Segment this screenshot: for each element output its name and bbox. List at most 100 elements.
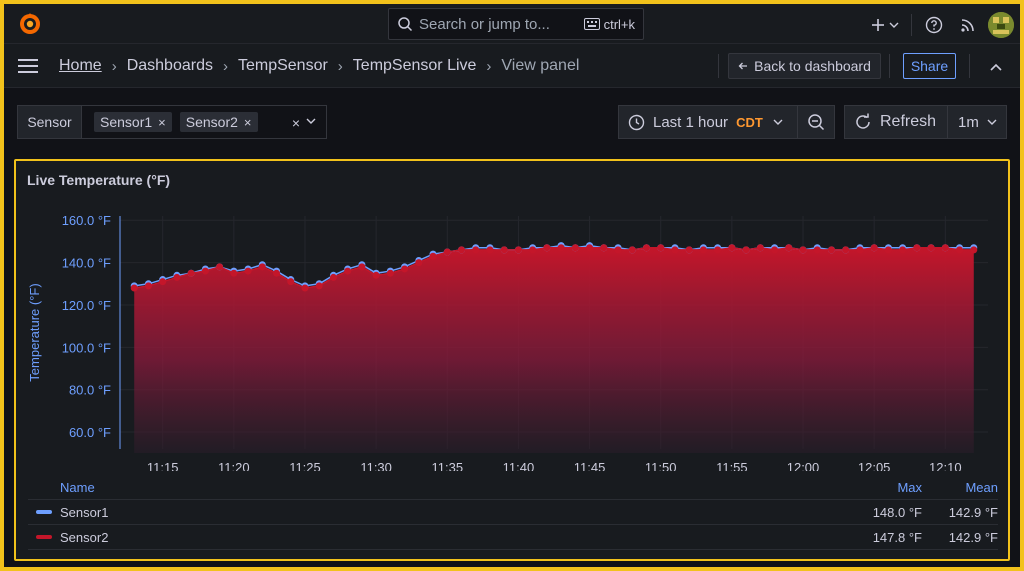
sensor-variable-label: Sensor (17, 105, 81, 139)
sensor2-point (486, 246, 494, 254)
chevron-up-icon[interactable] (988, 59, 1004, 75)
breadcrumb-separator: › (337, 57, 343, 75)
series-color-swatch (36, 510, 52, 514)
legend-max-header[interactable]: Max (846, 480, 922, 495)
sensor2-point (827, 246, 835, 254)
sensor2-point (130, 284, 138, 292)
help-icon (925, 16, 943, 34)
y-tick-label: 80.0 °F (69, 383, 111, 398)
user-avatar[interactable] (988, 12, 1014, 38)
sensor2-area (134, 247, 974, 453)
share-button[interactable]: Share (903, 53, 956, 79)
refresh-interval-picker[interactable]: 1m (948, 105, 1007, 139)
sensor2-point (301, 284, 309, 292)
sensor2-point (543, 244, 551, 252)
breadcrumb-separator: › (222, 57, 228, 75)
legend-mean-value: 142.9 °F (948, 504, 998, 520)
breadcrumb-dashboards[interactable]: Dashboards (127, 57, 213, 75)
legend-mean-header[interactable]: Mean (922, 480, 998, 495)
panel-live-temperature: Live Temperature (°F) 60.0 °F 80.0 °F 100.… (14, 159, 1010, 561)
timezone-badge: CDT (736, 114, 763, 130)
chevron-down-icon[interactable] (306, 117, 316, 125)
breadcrumb-separator: › (111, 57, 117, 75)
chip-label: Sensor2 (185, 114, 238, 130)
sensor2-point (600, 244, 608, 252)
menu-icon[interactable] (18, 58, 38, 74)
app-window: Search or jump to... ctrl+k Home › Dashb… (4, 4, 1020, 567)
sensor2-point (642, 244, 650, 252)
sensor2-point (287, 278, 295, 286)
sensor2-point (216, 263, 224, 271)
sensor2-point (771, 246, 779, 254)
sensor2-point (315, 282, 323, 290)
x-tick-label: 11:25 (289, 460, 321, 471)
legend-row-sensor2[interactable]: Sensor2 147.8 °F 142.9 °F (28, 525, 998, 550)
sensor2-point (500, 246, 508, 254)
breadcrumb-dashboard[interactable]: TempSensor Live (353, 57, 477, 75)
sensor2-point (401, 265, 409, 273)
x-tick-label: 11:30 (360, 460, 392, 471)
help-button[interactable] (920, 13, 948, 37)
top-bar: Search or jump to... ctrl+k (4, 4, 1020, 44)
time-range-picker[interactable]: Last 1 hour CDT (618, 105, 798, 139)
back-to-dashboard-label: Back to dashboard (754, 58, 871, 74)
news-button[interactable] (948, 13, 988, 37)
search-bar[interactable]: Search or jump to... ctrl+k (388, 8, 644, 40)
search-shortcut-text: ctrl+k (603, 16, 635, 32)
legend-name-header[interactable]: Name (28, 480, 846, 495)
sensor2-point (586, 244, 594, 252)
back-to-dashboard-button[interactable]: Back to dashboard (728, 53, 881, 79)
selected-value-chip[interactable]: Sensor1 × (94, 112, 172, 132)
sensor2-point (714, 246, 722, 254)
sensor2-point (201, 267, 209, 275)
sensor2-point (614, 246, 622, 254)
chart-legend: Name Max Mean Sensor1 148.0 °F 142.9 °F … (28, 475, 998, 550)
sensor2-point (813, 246, 821, 254)
sensor2-point (927, 244, 935, 252)
breadcrumb: Home › Dashboards › TempSensor › TempSen… (59, 57, 579, 75)
new-button[interactable] (867, 13, 903, 37)
share-label: Share (910, 58, 949, 74)
sensor2-point (842, 246, 850, 254)
sensor2-point (557, 244, 565, 252)
sensor2-point (344, 267, 352, 275)
zoom-out-button[interactable] (798, 105, 835, 139)
divider (969, 54, 970, 78)
sensor2-point (230, 269, 238, 277)
sensor2-point (443, 248, 451, 256)
remove-icon[interactable]: × (158, 115, 166, 130)
sensor2-point (144, 282, 152, 290)
y-axis-label: Temperature (°F) (27, 283, 42, 381)
sensor2-point (458, 246, 466, 254)
temperature-chart[interactable]: 60.0 °F 80.0 °F 100.0 °F 120.0 °F 140.0 °F 16… (16, 161, 1008, 471)
legend-row-sensor1[interactable]: Sensor1 148.0 °F 142.9 °F (28, 500, 998, 525)
sensor2-point (159, 278, 167, 286)
remove-icon[interactable]: × (244, 115, 252, 130)
divider (889, 54, 890, 78)
chevron-down-icon (987, 119, 997, 125)
legend-label: Sensor2 (60, 529, 109, 545)
grafana-logo-icon[interactable] (18, 12, 42, 36)
sensor2-point (173, 273, 181, 281)
sensor2-point (187, 269, 195, 277)
breadcrumb-folder[interactable]: TempSensor (238, 57, 328, 75)
zoom-out-icon (808, 114, 825, 131)
sensor2-point (386, 269, 394, 277)
selected-value-chip[interactable]: Sensor2 × (179, 112, 258, 132)
y-tick-label: 120.0 °F (62, 298, 111, 313)
refresh-button[interactable]: Refresh (844, 105, 948, 139)
breadcrumb-home[interactable]: Home (59, 57, 102, 75)
legend-series-name: Sensor1 (28, 505, 846, 520)
y-tick-label: 60.0 °F (69, 425, 111, 440)
avatar-image (988, 12, 1014, 38)
legend-max-value: 147.8 °F (872, 529, 922, 545)
sensor2-point (699, 246, 707, 254)
search-icon (398, 17, 413, 32)
clear-icon[interactable]: × (292, 115, 300, 131)
x-tick-label: 11:45 (574, 460, 606, 471)
sensor2-point (941, 244, 949, 252)
chip-label: Sensor1 (100, 114, 153, 130)
sensor-variable-select[interactable]: Sensor1 × Sensor2 × × (81, 105, 327, 139)
sensor2-point (358, 263, 366, 271)
x-tick-label: 11:15 (147, 460, 179, 471)
